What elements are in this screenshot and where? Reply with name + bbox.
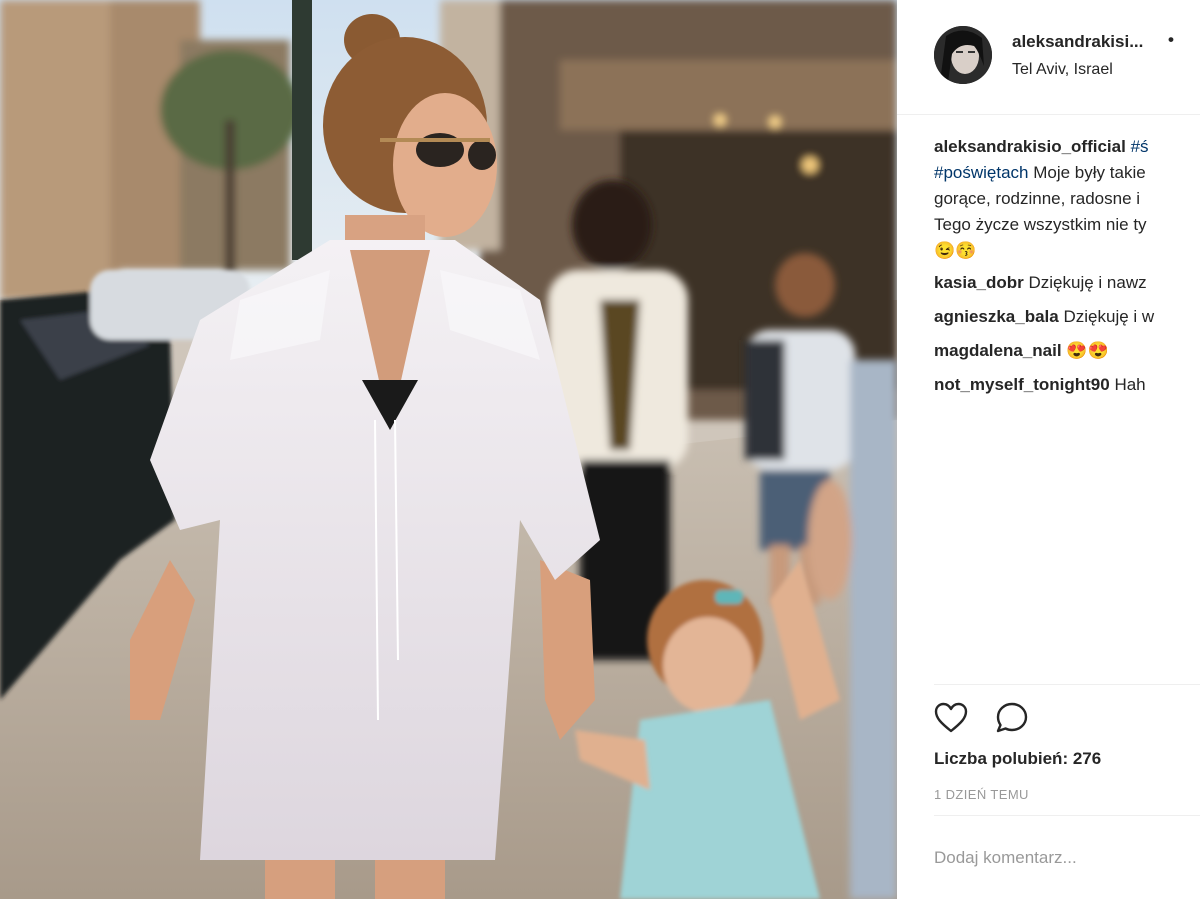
likes-count[interactable]: Liczba polubień: 276: [934, 749, 1101, 769]
caption-hashtag[interactable]: #poświętach: [934, 163, 1029, 182]
caption-line-1: aleksandrakisio_official #ś: [934, 134, 1200, 160]
post-photo[interactable]: [0, 0, 897, 899]
comment-text: Hah: [1114, 375, 1146, 394]
comment-username[interactable]: agnieszka_bala: [934, 307, 1059, 326]
caption-line-5-emoji: 😉😚: [934, 241, 977, 260]
comment-username[interactable]: not_myself_tonight90: [934, 375, 1110, 394]
post-timestamp[interactable]: 1 DZIEŃ TEMU: [934, 787, 1029, 802]
heart-icon[interactable]: [933, 700, 969, 736]
comment-text: Dziękuję i w: [1063, 307, 1155, 326]
avatar[interactable]: [934, 26, 992, 84]
add-comment-input[interactable]: [934, 840, 1194, 876]
comment-divider: [934, 815, 1200, 816]
comment-item: agnieszka_bala Dziękuję i w: [934, 304, 1200, 330]
comment-icon[interactable]: [994, 700, 1030, 736]
caption-and-comments: aleksandrakisio_official #ś #poświętach …: [934, 134, 1200, 398]
comment-username[interactable]: magdalena_nail: [934, 341, 1062, 360]
comment-item: not_myself_tonight90 Hah: [934, 372, 1200, 398]
post-header: aleksandrakisi... • Tel Aviv, Israel: [897, 0, 1200, 115]
post-side-panel: aleksandrakisi... • Tel Aviv, Israel ale…: [897, 0, 1200, 899]
post-location[interactable]: Tel Aviv, Israel: [1012, 61, 1113, 79]
street-photo-illustration: [0, 0, 897, 899]
caption-hashtag[interactable]: #ś: [1131, 137, 1149, 156]
caption-text: Moje były takie: [1028, 163, 1146, 182]
comment-username[interactable]: kasia_dobr: [934, 273, 1024, 292]
caption-username[interactable]: aleksandrakisio_official: [934, 137, 1126, 156]
post-author-username[interactable]: aleksandrakisi...: [1012, 32, 1143, 52]
actions-divider: [934, 684, 1200, 685]
comment-item: kasia_dobr Dziękuję i nawz: [934, 270, 1200, 296]
more-options-icon[interactable]: •: [1168, 30, 1174, 50]
comment-text: 😍😍: [1066, 341, 1109, 360]
caption-line-4: Tego życze wszystkim nie ty: [934, 215, 1147, 234]
comment-text: Dziękuję i nawz: [1028, 273, 1147, 292]
caption-line-2: #poświętach Moje były takie: [934, 160, 1200, 186]
comment-item: magdalena_nail 😍😍: [934, 338, 1200, 364]
caption-line-3: gorące, rodzinne, radosne i: [934, 189, 1141, 208]
